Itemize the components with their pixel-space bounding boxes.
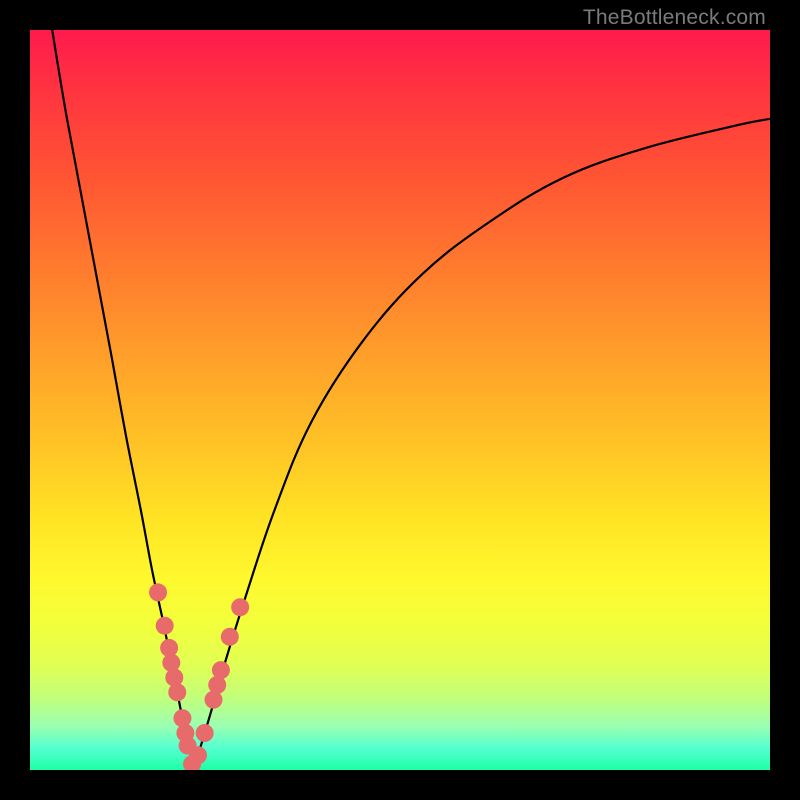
data-marker	[212, 661, 230, 679]
chart-frame: TheBottleneck.com	[0, 0, 800, 800]
data-marker	[221, 628, 239, 646]
plot-area	[30, 30, 770, 770]
data-marker	[231, 598, 249, 616]
data-marker	[173, 709, 191, 727]
chart-svg	[30, 30, 770, 770]
data-marker	[189, 746, 207, 764]
data-marker	[168, 683, 186, 701]
data-marker	[162, 654, 180, 672]
data-marker	[149, 583, 167, 601]
markers-group	[149, 583, 249, 770]
data-marker	[165, 669, 183, 687]
data-marker	[196, 724, 214, 742]
data-marker	[156, 617, 174, 635]
series-group	[52, 30, 770, 770]
watermark-text: TheBottleneck.com	[583, 6, 766, 30]
curve-right-branch	[193, 119, 770, 770]
